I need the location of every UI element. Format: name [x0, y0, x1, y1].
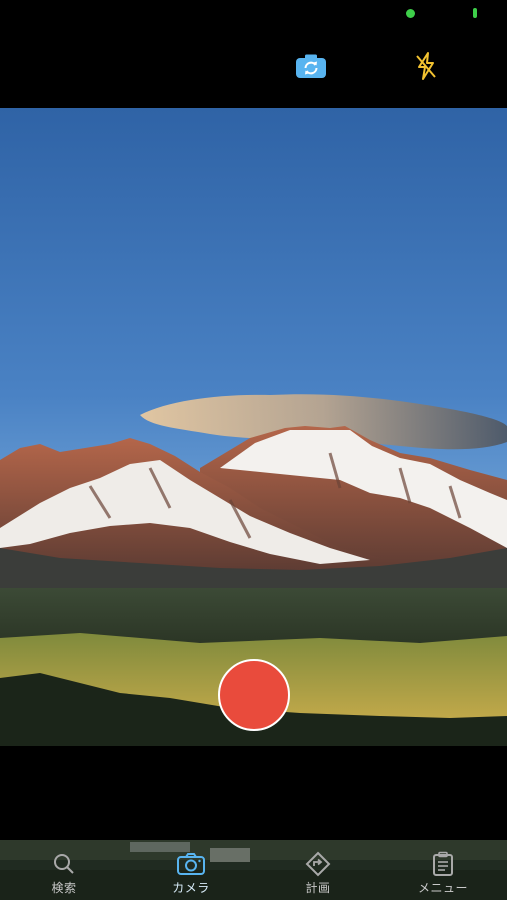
tab-search-label: 検索	[51, 881, 77, 895]
camera-viewfinder[interactable]	[0, 108, 507, 746]
clipboard-icon	[432, 851, 454, 877]
viewfinder-preview-image	[0, 108, 507, 746]
shutter-button[interactable]	[218, 659, 290, 731]
switch-camera-button[interactable]	[294, 52, 328, 80]
camera-rotate-icon	[296, 54, 326, 78]
tab-menu[interactable]: メニュー	[398, 840, 488, 900]
camera-screen: 検索 カメラ 計画 メニュー	[0, 0, 507, 900]
tab-plan-label: 計画	[305, 881, 331, 895]
tab-camera-label: カメラ	[172, 881, 210, 895]
flash-off-icon	[416, 52, 436, 80]
camera-top-bar	[0, 0, 507, 108]
flash-toggle-button[interactable]	[411, 50, 441, 82]
tab-menu-label: メニュー	[417, 881, 468, 895]
tab-plan[interactable]: 計画	[273, 840, 363, 900]
tab-camera[interactable]: カメラ	[146, 840, 236, 900]
tab-search[interactable]: 検索	[19, 840, 109, 900]
diamond-directions-icon	[305, 851, 331, 877]
camera-icon	[176, 851, 206, 877]
search-icon	[52, 851, 76, 877]
bottom-tab-bar: 検索 カメラ 計画 メニュー	[0, 840, 507, 900]
